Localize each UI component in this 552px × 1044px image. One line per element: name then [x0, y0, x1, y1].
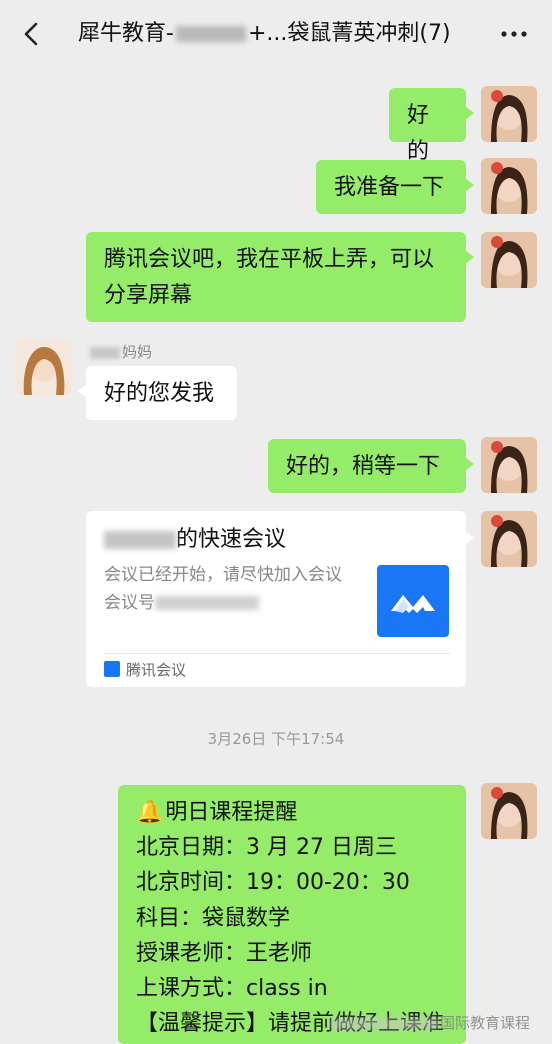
watermark: 国际教育课程 — [330, 1012, 530, 1033]
redacted-meeting-id — [155, 596, 259, 610]
more-options-icon[interactable] — [496, 24, 532, 44]
meeting-description: 会议已经开始，请尽快加入会议 会议号 — [104, 561, 358, 617]
my-avatar[interactable] — [481, 232, 537, 288]
chat-title-prefix: 犀牛教育- — [78, 21, 174, 46]
sender-name-text: 妈妈 — [122, 343, 153, 361]
reminder-time: 北京时间：19：00-20：30 — [136, 870, 410, 896]
meeting-title-text: 的快速会议 — [176, 527, 287, 552]
reminder-date: 北京日期：3 月 27 日周三 — [136, 835, 397, 861]
app-name: 腾讯会议 — [126, 661, 187, 679]
message-timestamp: 3月26日 下午17:54 — [207, 730, 345, 748]
my-avatar[interactable] — [481, 511, 537, 567]
redacted-name — [104, 531, 176, 549]
message-text: 好的，稍等一下 — [286, 454, 441, 479]
message-bubble-outgoing[interactable]: 我准备一下 — [316, 160, 474, 214]
message-text: 我准备一下 — [334, 175, 445, 200]
back-arrow-icon[interactable] — [20, 20, 44, 48]
contact-avatar[interactable] — [16, 339, 72, 395]
message-text: 好的 — [407, 103, 430, 164]
chat-title: 犀牛教育- +...袋鼠菁英冲刺(7) — [78, 18, 474, 50]
redacted-name — [90, 346, 120, 359]
reminder-title-line: 🔔明日课程提醒 — [136, 795, 450, 830]
message-bubble-outgoing[interactable]: 好的，稍等一下 — [268, 439, 474, 493]
message-text: 好的您发我 — [104, 381, 215, 406]
meeting-invite-card[interactable]: 的快速会议 会议已经开始，请尽快加入会议 会议号 腾讯会议 — [86, 511, 474, 687]
my-avatar[interactable] — [481, 158, 537, 214]
meeting-id-label: 会议号 — [104, 593, 155, 613]
reminder-title: 明日课程提醒 — [165, 800, 298, 825]
redacted-name — [175, 26, 246, 42]
reminder-subject: 科目：袋鼠数学 — [136, 905, 291, 931]
reminder-teacher: 授课老师：王老师 — [136, 940, 313, 966]
tencent-meeting-mini-icon — [104, 660, 120, 677]
message-bubble-incoming[interactable]: 好的您发我 — [78, 366, 237, 420]
meeting-id-line: 会议号 — [104, 589, 358, 617]
chat-title-suffix: +...袋鼠菁英冲刺(7) — [247, 21, 451, 46]
sender-name: 妈妈 — [90, 341, 152, 362]
message-bubble-outgoing-reminder[interactable]: 🔔明日课程提醒 北京日期：3 月 27 日周三 北京时间：19：00-20：30… — [118, 785, 466, 1044]
watermark-text: 国际教育课程 — [440, 1014, 531, 1032]
message-bubble-outgoing[interactable]: 腾讯会议吧，我在平板上弄，可以分享屏幕 — [86, 232, 474, 322]
message-text: 腾讯会议吧，我在平板上弄，可以分享屏幕 — [104, 247, 435, 308]
tencent-meeting-logo-icon — [377, 565, 449, 637]
reminder-method: 上课方式：class in — [136, 976, 328, 1002]
my-avatar[interactable] — [481, 783, 537, 839]
top-bar: 犀牛教育- +...袋鼠菁英冲刺(7) — [0, 0, 552, 68]
meeting-title: 的快速会议 — [104, 525, 286, 555]
message-bubble-outgoing[interactable]: 好的 — [389, 88, 474, 164]
card-divider — [104, 653, 450, 654]
my-avatar[interactable] — [481, 437, 537, 493]
card-footer: 腾讯会议 — [104, 659, 186, 681]
my-avatar[interactable] — [481, 86, 537, 142]
redacted-watermark — [330, 1017, 440, 1030]
meeting-status-text: 会议已经开始，请尽快加入会议 — [104, 565, 342, 585]
bell-icon: 🔔 — [136, 800, 164, 825]
